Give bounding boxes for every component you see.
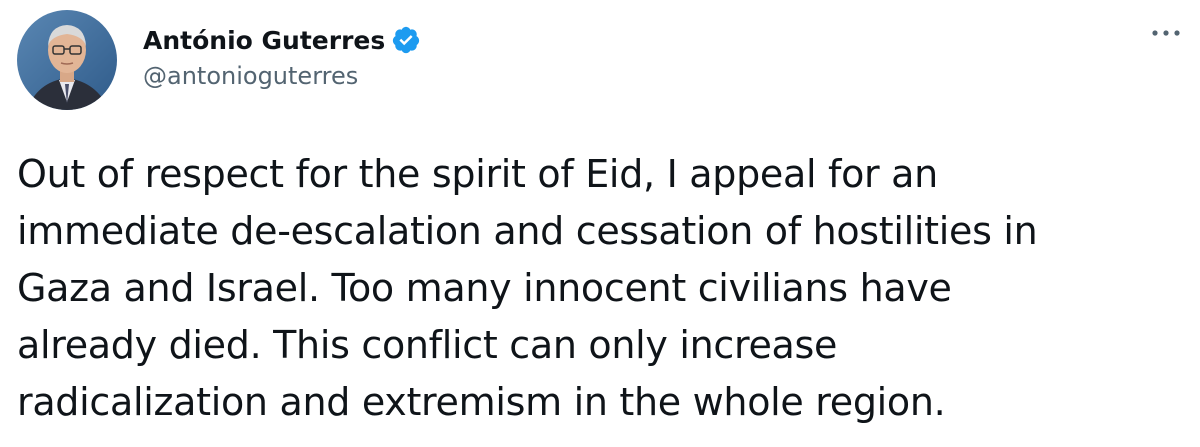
author-handle[interactable]: @antonioguterres [143, 62, 358, 90]
avatar-portrait-icon [17, 10, 117, 110]
avatar[interactable] [17, 10, 117, 110]
author-name-row: António Guterres [143, 22, 421, 58]
tweet-text: Out of respect for the spirit of Eid, I … [17, 152, 1038, 424]
more-options-button[interactable] [1146, 18, 1186, 48]
verified-badge-icon [391, 25, 421, 55]
display-name[interactable]: António Guterres [143, 26, 385, 55]
tweet-card: António Guterres @antonioguterres Out of… [0, 0, 1200, 447]
more-options-icon [1152, 30, 1180, 36]
